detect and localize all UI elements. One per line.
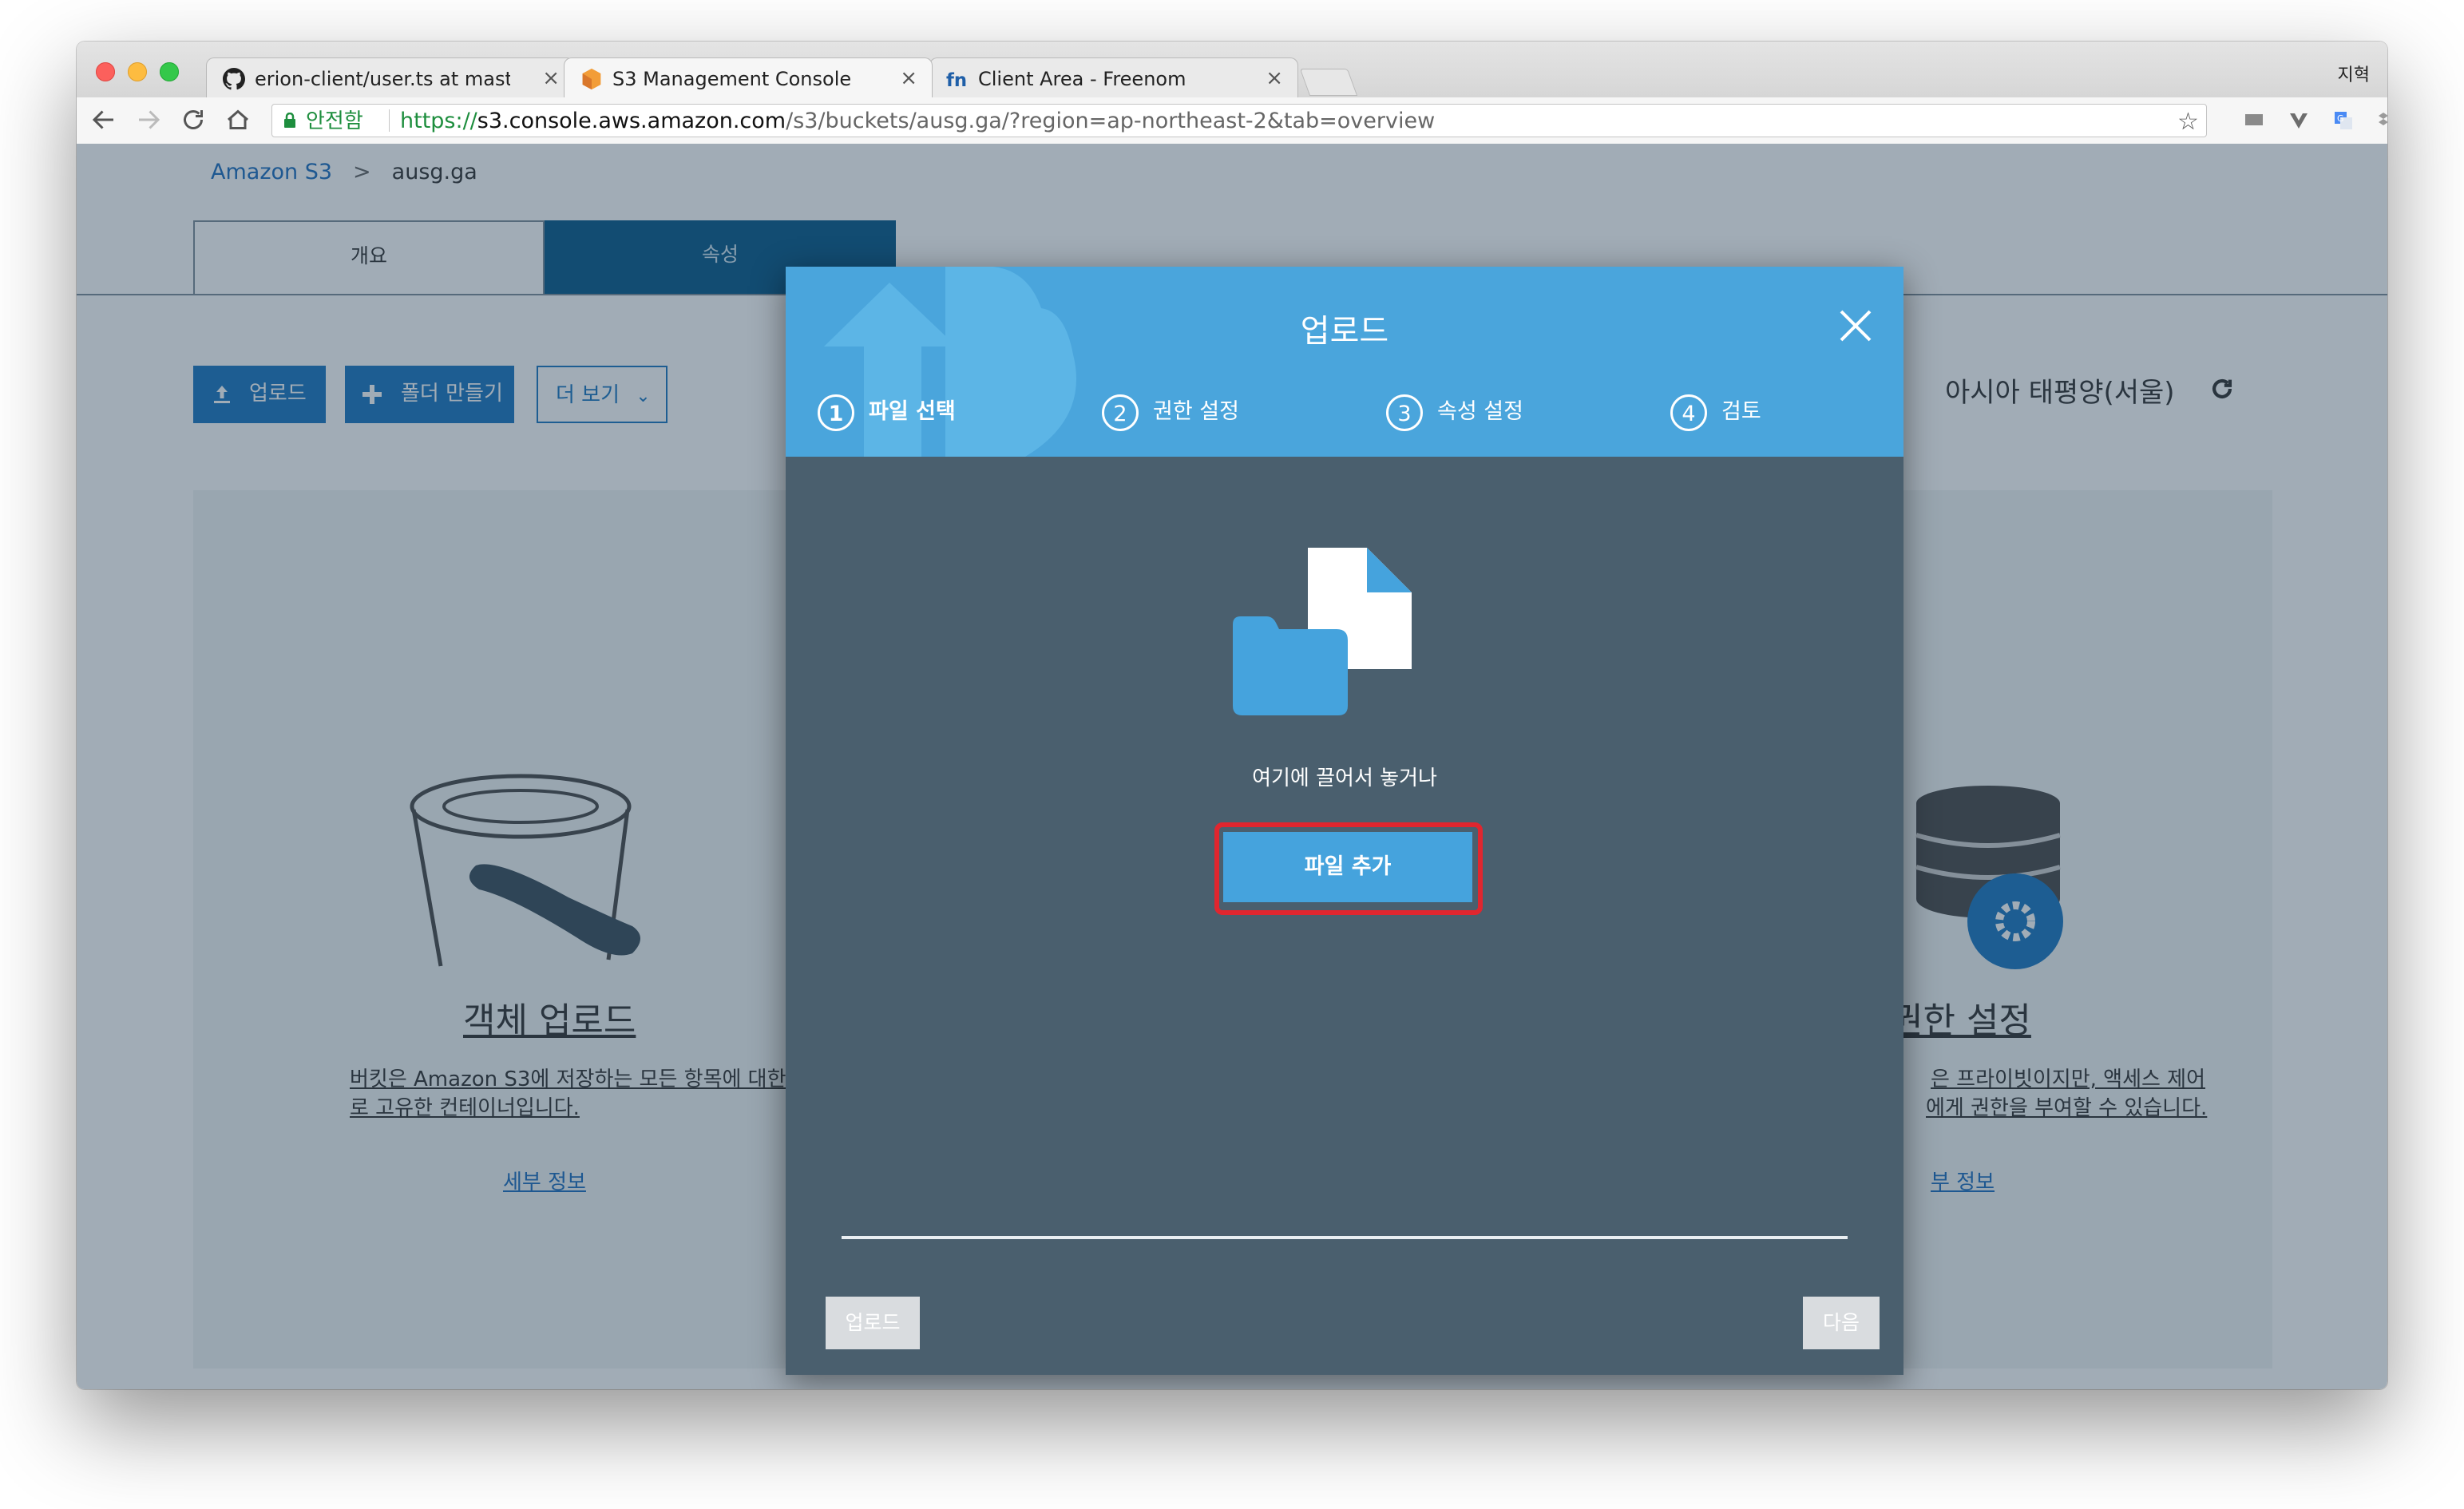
- browser-tab-github[interactable]: erion-client/user.ts at master · ×: [206, 57, 575, 97]
- file-folder-drop-icon: [1233, 548, 1412, 715]
- back-arrow-icon[interactable]: [89, 105, 118, 134]
- address-bar[interactable]: 안전함 https://s3.console.aws.amazon.com/s3…: [271, 104, 2207, 137]
- modal-next-button[interactable]: 다음: [1803, 1297, 1880, 1349]
- tab-title: S3 Management Console: [612, 68, 852, 90]
- upload-progress-line: [842, 1236, 1848, 1239]
- close-window-button[interactable]: [96, 62, 115, 81]
- bookmark-star-icon[interactable]: ☆: [2177, 108, 2199, 136]
- tab-title: Client Area - Freenom: [978, 68, 1186, 90]
- aws-cube-icon: [582, 68, 601, 90]
- modal-upload-button[interactable]: 업로드: [826, 1297, 920, 1349]
- close-icon[interactable]: [1838, 308, 1873, 343]
- step-select-files[interactable]: 1 파일 선택: [818, 391, 956, 433]
- url-protocol: https://: [400, 109, 477, 133]
- close-tab-icon[interactable]: ×: [1266, 66, 1283, 90]
- close-tab-icon[interactable]: ×: [542, 66, 560, 90]
- translate-extension-icon[interactable]: G: [2333, 110, 2354, 131]
- browser-tab-freenom[interactable]: fn Client Area - Freenom ×: [929, 57, 1298, 97]
- step-number: 2: [1102, 394, 1139, 431]
- new-tab-button[interactable]: [1299, 69, 1358, 96]
- cast-extension-icon[interactable]: [2244, 110, 2264, 131]
- forward-arrow-icon[interactable]: [134, 105, 163, 134]
- upload-modal-header: 업로드 1 파일 선택 2 권한 설정 3 속성 설정 4 검토: [786, 267, 1903, 457]
- maximize-window-button[interactable]: [160, 62, 179, 81]
- step-set-properties[interactable]: 3 속성 설정: [1386, 391, 1523, 433]
- add-files-button[interactable]: 파일 추가: [1223, 832, 1472, 902]
- freenom-icon: fn: [946, 70, 967, 90]
- drop-zone-text: 여기에 끌어서 놓거나: [1252, 766, 1437, 790]
- step-number: 4: [1670, 394, 1707, 431]
- s3-console-page: Amazon S3 > ausg.ga 개요 속성 업로드 폴더 만들기 더 보기 …: [77, 144, 2387, 1389]
- tab-title: erion-client/user.ts at master ·: [255, 68, 510, 90]
- browser-toolbar: 안전함 https://s3.console.aws.amazon.com/s3…: [77, 97, 2387, 145]
- reload-icon[interactable]: [179, 105, 208, 134]
- step-review[interactable]: 4 검토: [1670, 391, 1761, 433]
- vue-extension-icon[interactable]: [2288, 110, 2309, 131]
- step-label: 권한 설정: [1153, 399, 1239, 424]
- lock-icon: [284, 113, 295, 128]
- step-label: 속성 설정: [1437, 399, 1523, 424]
- close-tab-icon[interactable]: ×: [900, 66, 917, 90]
- dropbox-extension-icon[interactable]: [2378, 110, 2387, 131]
- minimize-window-button[interactable]: [128, 62, 147, 81]
- svg-text:fn: fn: [946, 70, 967, 90]
- browser-window: erion-client/user.ts at master · × S3 Ma…: [77, 42, 2387, 1389]
- step-number: 3: [1386, 394, 1423, 431]
- url-text[interactable]: https://s3.console.aws.amazon.com/s3/buc…: [400, 109, 1435, 133]
- upload-modal-title: 업로드: [1300, 313, 1389, 350]
- upload-modal: 업로드 1 파일 선택 2 권한 설정 3 속성 설정 4 검토 여기에 끌어서…: [786, 267, 1903, 1375]
- svg-text:G: G: [2337, 113, 2344, 124]
- url-path: /s3/buckets/ausg.ga/?region=ap-northeast…: [786, 109, 1436, 133]
- address-divider: [389, 109, 390, 132]
- step-set-permissions[interactable]: 2 권한 설정: [1102, 391, 1239, 433]
- github-icon: [223, 68, 245, 90]
- step-number: 1: [818, 394, 854, 431]
- step-label: 검토: [1721, 399, 1761, 424]
- step-label: 파일 선택: [869, 399, 956, 424]
- url-host: s3.console.aws.amazon.com: [477, 109, 786, 133]
- home-icon[interactable]: [224, 105, 252, 134]
- profile-name[interactable]: 지혁: [2338, 61, 2370, 86]
- browser-tab-s3[interactable]: S3 Management Console ×: [564, 57, 933, 97]
- tab-strip: erion-client/user.ts at master · × S3 Ma…: [77, 42, 2387, 97]
- secure-label: 안전함: [306, 109, 363, 133]
